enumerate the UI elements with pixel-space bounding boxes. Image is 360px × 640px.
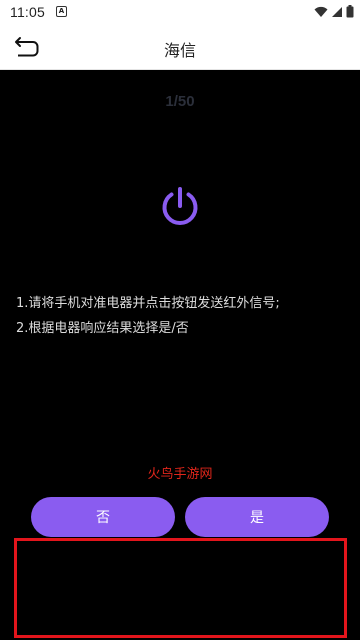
notification-icon: A (56, 6, 67, 17)
instructions: 1.请将手机对准电器并点击按钮发送红外信号; 2.根据电器响应结果选择是/否 (16, 291, 346, 341)
watermark-text: 火鸟手游网 (147, 467, 213, 482)
answer-panel (14, 538, 347, 638)
page-title: 海信 (163, 41, 196, 60)
main-content: 1/50 1.请将手机对准电器并点击按钮发送红外信号; 2.根据电器响应结果选择… (0, 71, 360, 640)
power-icon (162, 187, 198, 225)
yes-button[interactable]: 是 (185, 497, 329, 537)
instruction-line-1: 1.请将手机对准电器并点击按钮发送红外信号; (16, 296, 280, 311)
status-bar: 11:05 A (0, 0, 360, 24)
power-button[interactable] (158, 184, 202, 228)
progress-counter: 1/50 (165, 93, 195, 110)
battery-icon (346, 5, 354, 18)
status-icons (314, 5, 354, 18)
signal-icon (332, 6, 342, 17)
instruction-line-2: 2.根据电器响应结果选择是/否 (16, 321, 189, 336)
status-time: 11:05 (10, 4, 45, 20)
no-button[interactable]: 否 (31, 497, 175, 537)
wifi-icon (314, 6, 328, 17)
app-bar: 海信 (0, 24, 360, 70)
